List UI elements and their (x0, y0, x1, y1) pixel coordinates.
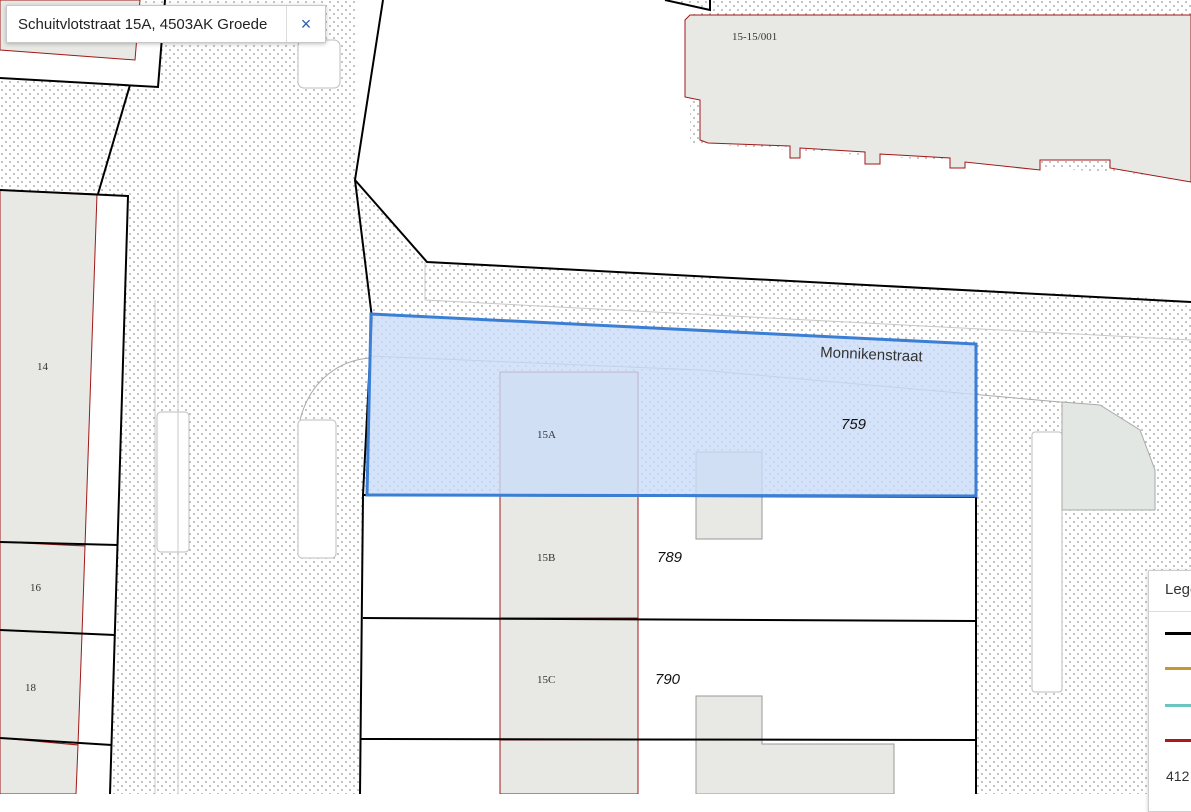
footpath-strip (1031, 431, 1063, 693)
building-16 (0, 541, 86, 635)
building-18-lower (0, 737, 79, 794)
legend-line-black (1165, 632, 1191, 635)
building-15c-lower (499, 739, 639, 794)
house-number-15a: 15A (537, 429, 556, 441)
legend-line-red (1165, 739, 1191, 742)
address-search-box[interactable]: Schuitvlotstraat 15A, 4503AK Groede × (6, 5, 326, 43)
parcel-number-759: 759 (841, 416, 867, 433)
address-search-text[interactable]: Schuitvlotstraat 15A, 4503AK Groede (7, 16, 286, 33)
building-15c (499, 617, 639, 741)
footpath-strip (297, 39, 341, 89)
legend-line-orange (1165, 667, 1191, 670)
cadastral-map[interactable]: Monnikenstraat 14 16 18 15A 15B 15C 15-1… (0, 0, 1191, 794)
house-number-15c: 15C (537, 674, 555, 686)
house-number-16: 16 (30, 582, 42, 594)
close-icon[interactable]: × (286, 6, 325, 42)
selected-parcel-759[interactable] (365, 312, 978, 498)
parcel-number-790: 790 (655, 671, 681, 688)
parcel-number-789: 789 (657, 549, 683, 566)
legend-title[interactable]: Legenda (1149, 571, 1191, 612)
building-18 (0, 629, 83, 746)
house-number-14: 14 (37, 361, 49, 373)
legend-line-teal (1165, 704, 1191, 707)
house-number-15b: 15B (537, 552, 555, 564)
building-label-15-15-001: 15-15/001 (732, 31, 777, 43)
building-15b (499, 495, 639, 619)
house-number-18: 18 (25, 682, 37, 694)
footpath-strip (297, 419, 337, 559)
footpath-strip (156, 411, 190, 553)
legend-value: 412 (1166, 768, 1190, 784)
legend-panel[interactable]: Legenda 412 (1148, 570, 1191, 812)
building-14 (0, 189, 98, 547)
